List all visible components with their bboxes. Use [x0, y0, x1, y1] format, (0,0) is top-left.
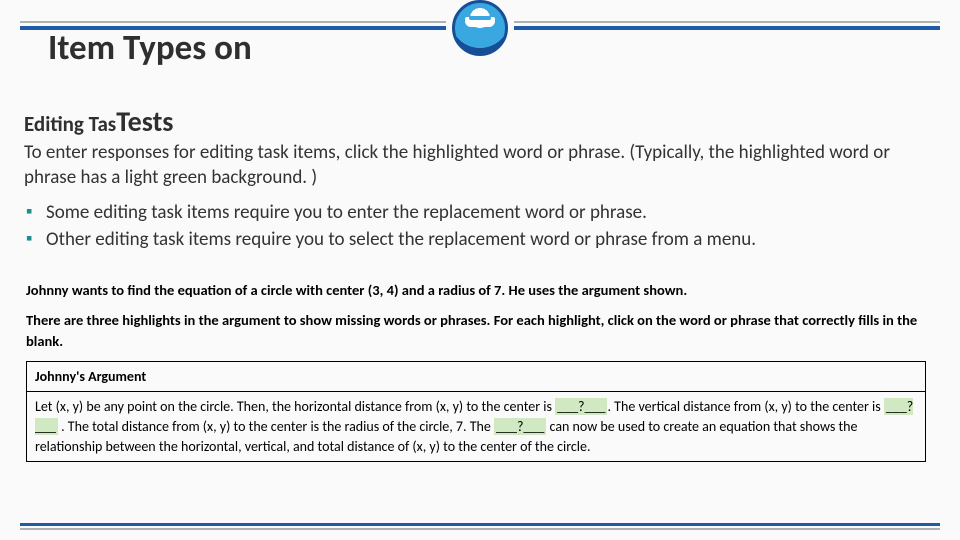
title-line1: Item Types on: [48, 27, 252, 69]
blank-3[interactable]: ___?___: [494, 418, 546, 435]
arg-seg-1: . The vertical distance from (x, y) to t…: [607, 398, 883, 415]
logo-container: [446, 0, 514, 56]
slide-title: Item Types on X: [48, 30, 408, 104]
subtitle-overlay: Tests: [116, 104, 173, 139]
bullet-2: Other editing task items require you to …: [24, 227, 936, 252]
arg-seg-0: Let (x, y) be any point on the circle. T…: [35, 398, 555, 415]
argument-table-body: Let (x, y) be any point on the circle. T…: [27, 392, 926, 462]
example-instructions: There are three highlights in the argume…: [26, 310, 926, 351]
slide-subtitle: Editing TasTests: [24, 104, 173, 139]
blank-1[interactable]: ___?___: [555, 398, 607, 415]
argument-table-header: Johnny's Argument: [27, 361, 926, 392]
intro-paragraph: To enter responses for editing task item…: [24, 140, 936, 190]
subtitle-prefix: Editing Tas: [24, 111, 116, 137]
bottom-gray-rule: [20, 528, 940, 530]
example-problem-line: Johnny wants to find the equation of a c…: [26, 280, 926, 300]
example-problem-text: Johnny wants to find the equation of a c…: [26, 281, 687, 299]
bullet-1: Some editing task items require you to e…: [24, 200, 936, 225]
argument-table: Johnny's Argument Let (x, y) be any poin…: [26, 361, 926, 462]
school-logo-icon: [452, 0, 508, 56]
bottom-blue-rule: [20, 523, 940, 526]
arg-seg-2: . The total distance from (x, y) to the …: [58, 418, 494, 435]
